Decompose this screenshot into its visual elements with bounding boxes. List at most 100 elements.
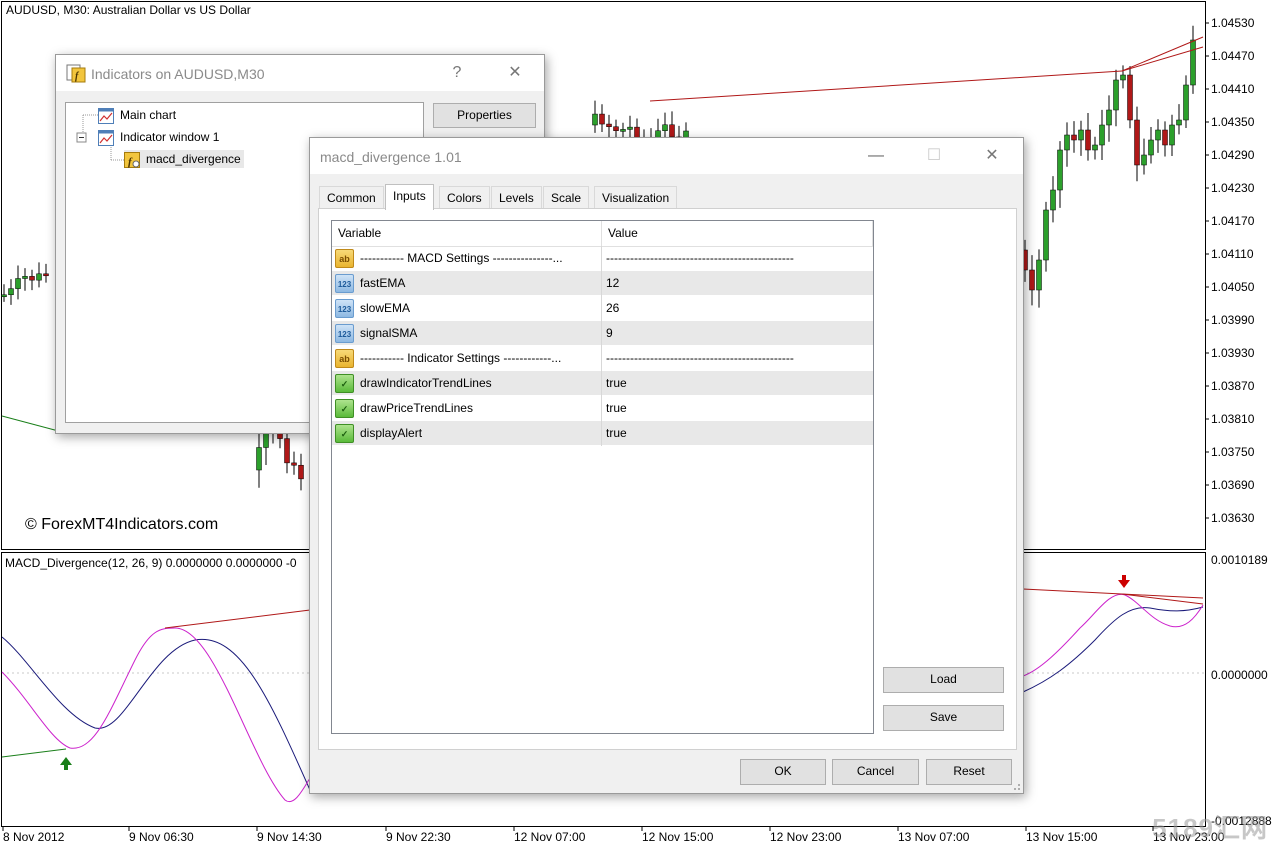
indicators-app-icon: f <box>66 64 86 83</box>
time-label: 12 Nov 07:00 <box>514 830 586 844</box>
close-button[interactable]: ✕ <box>969 138 1015 174</box>
candle-body <box>662 124 668 131</box>
value-cell[interactable]: true <box>602 396 873 421</box>
candle-body <box>669 124 675 138</box>
time-label: 9 Nov 14:30 <box>257 830 322 844</box>
chart-icon <box>98 129 114 146</box>
candle-body <box>43 273 49 277</box>
maximize-button: ☐ <box>911 138 957 174</box>
tree-item-indicator-window[interactable]: Indicator window 1 <box>98 128 219 146</box>
resize-grip-icon[interactable] <box>1011 781 1021 791</box>
value-cell[interactable]: 9 <box>602 321 873 346</box>
variable-name: slowEMA <box>360 301 411 315</box>
tree-item-main-chart[interactable]: Main chart <box>98 106 176 124</box>
price-label: 1.03930 <box>1211 346 1255 360</box>
column-header-value[interactable]: Value <box>602 221 873 246</box>
price-label: 1.03810 <box>1211 412 1255 426</box>
indicators-dialog-titlebar[interactable]: f Indicators on AUDUSD,M30 ? ✕ <box>56 55 544 91</box>
candle-body <box>627 126 633 130</box>
grid-row[interactable]: ✓ drawIndicatorTrendLines true <box>332 371 873 396</box>
variable-name: drawPriceTrendLines <box>360 401 473 415</box>
variable-cell: ✓ drawIndicatorTrendLines <box>332 371 602 396</box>
time-label: 9 Nov 22:30 <box>386 830 451 844</box>
custom-indicator-icon: f <box>124 151 140 168</box>
tab-inputs[interactable]: Inputs <box>385 184 434 210</box>
price-label: 1.04230 <box>1211 181 1255 195</box>
variable-cell: ab ----------- MACD Settings ------------… <box>332 246 602 271</box>
value-cell[interactable]: ----------------------------------------… <box>602 346 873 371</box>
candle-body <box>298 464 304 480</box>
cancel-button[interactable]: Cancel <box>832 759 919 785</box>
variable-name: fastEMA <box>360 276 406 290</box>
save-button[interactable]: Save <box>883 705 1004 731</box>
help-button[interactable]: ? <box>434 55 480 91</box>
properties-dialog-titlebar[interactable]: macd_divergence 1.01 — ☐ ✕ <box>310 138 1023 174</box>
value-cell[interactable]: 12 <box>602 271 873 296</box>
candle-body <box>1162 129 1168 146</box>
price-label: 1.04410 <box>1211 82 1255 96</box>
candle-body <box>1036 259 1042 291</box>
candle-body <box>15 278 21 289</box>
candle-body <box>22 276 28 279</box>
variable-cell: 123 fastEMA <box>332 271 602 296</box>
close-button[interactable]: ✕ <box>492 55 538 91</box>
tree-item-label: Indicator window 1 <box>120 130 220 144</box>
inputs-grid[interactable]: Variable Value ab ----------- MACD Settin… <box>331 220 874 734</box>
value-cell[interactable]: ----------------------------------------… <box>602 246 873 271</box>
variable-cell: 123 slowEMA <box>332 296 602 321</box>
time-label: 13 Nov 07:00 <box>898 830 970 844</box>
tab-scale[interactable]: Scale <box>543 186 590 209</box>
time-label: 9 Nov 06:30 <box>129 830 194 844</box>
value-cell[interactable]: 26 <box>602 296 873 321</box>
grid-row[interactable]: 123 fastEMA 12 <box>332 271 873 296</box>
tab-common[interactable]: Common <box>319 186 384 209</box>
price-label: 1.04170 <box>1211 214 1255 228</box>
column-header-variable[interactable]: Variable <box>332 221 602 246</box>
grid-row[interactable]: 123 slowEMA 26 <box>332 296 873 321</box>
tab-visualization[interactable]: Visualization <box>594 186 678 209</box>
ok-button[interactable]: OK <box>740 759 826 785</box>
candle-body <box>1155 129 1161 141</box>
time-label: 12 Nov 23:00 <box>770 830 842 844</box>
tab-colors[interactable]: Colors <box>439 186 490 209</box>
string-type-icon: ab <box>335 249 354 268</box>
price-label: 1.04050 <box>1211 280 1255 294</box>
candle-body <box>606 123 612 127</box>
chart-icon <box>98 107 114 124</box>
grid-row[interactable]: ✓ displayAlert true <box>332 421 873 446</box>
indicator-axis-label: 0.0000000 <box>1211 668 1268 682</box>
grid-row[interactable]: ab ----------- Indicator Settings -------… <box>332 346 873 371</box>
candle-body <box>29 276 35 281</box>
candle-body <box>1127 74 1133 121</box>
candle-body <box>1190 39 1196 86</box>
candle-body <box>1050 189 1056 211</box>
variable-name: signalSMA <box>360 326 418 340</box>
value-cell[interactable]: true <box>602 421 873 446</box>
inputs-panel: Variable Value ab ----------- MACD Settin… <box>318 208 1017 750</box>
value-cell[interactable]: true <box>602 371 873 396</box>
variable-name: ----------- MACD Settings --------------… <box>360 251 563 265</box>
tree-item-macd-divergence[interactable]: f macd_divergence <box>124 150 244 168</box>
load-button[interactable]: Load <box>883 667 1004 693</box>
price-label: 1.03630 <box>1211 511 1255 525</box>
integer-type-icon: 123 <box>335 299 354 318</box>
variable-cell: ✓ drawPriceTrendLines <box>332 396 602 421</box>
variable-cell: ✓ displayAlert <box>332 421 602 446</box>
properties-button[interactable]: Properties <box>433 103 536 128</box>
price-label: 1.04350 <box>1211 115 1255 129</box>
candle-body <box>36 273 42 281</box>
candle-body <box>1176 119 1182 126</box>
time-label: 12 Nov 15:00 <box>642 830 714 844</box>
variable-cell: 123 signalSMA <box>332 321 602 346</box>
tab-levels[interactable]: Levels <box>491 186 542 209</box>
chart-watermark: © ForexMT4Indicators.com <box>25 516 219 533</box>
reset-button[interactable]: Reset <box>926 759 1012 785</box>
grid-row[interactable]: ab ----------- MACD Settings ------------… <box>332 246 873 271</box>
candle-body <box>291 462 297 466</box>
minimize-button[interactable]: — <box>853 138 899 174</box>
grid-row[interactable]: 123 signalSMA 9 <box>332 321 873 346</box>
grid-row[interactable]: ✓ drawPriceTrendLines true <box>332 396 873 421</box>
candle-body <box>599 113 605 125</box>
string-type-icon: ab <box>335 349 354 368</box>
integer-type-icon: 123 <box>335 274 354 293</box>
